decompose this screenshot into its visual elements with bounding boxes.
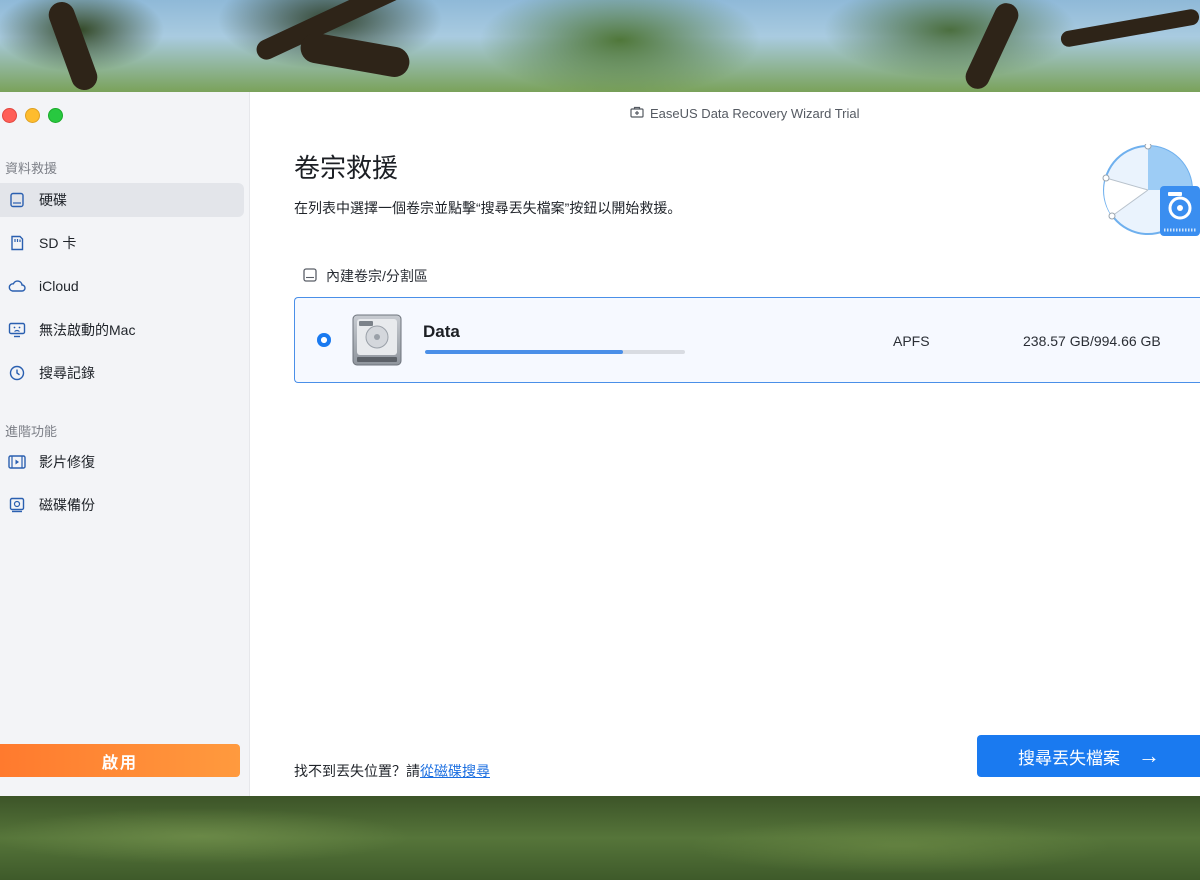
- window-title-text: EaseUS Data Recovery Wizard Trial: [650, 106, 860, 121]
- internal-drive-icon: [302, 267, 318, 285]
- window-title: EaseUS Data Recovery Wizard Trial: [630, 106, 860, 121]
- scan-lost-files-button[interactable]: 搜尋丟失檔案 →: [977, 735, 1200, 777]
- hard-disk-icon: [351, 313, 403, 367]
- unbootable-mac-icon: [8, 321, 26, 339]
- volume-row-data[interactable]: Data APFS 238.57 GB/994.66 GB: [294, 297, 1200, 383]
- drive-icon: [8, 191, 26, 209]
- sidebar: 資料救援 硬碟 SD 卡 iCloud 無法啟動的Mac 搜尋記錄 進階功能 影…: [0, 92, 250, 796]
- sidebar-item-label: 搜尋記錄: [39, 365, 95, 381]
- section-label-recovery: 資料救援: [5, 161, 58, 176]
- footer-hint: 找不到丟失位置？請從磁碟搜尋: [294, 761, 490, 781]
- section-label-advanced: 進階功能: [5, 424, 58, 439]
- volume-filesystem: APFS: [893, 333, 930, 349]
- close-window-button[interactable]: [2, 108, 17, 123]
- hero-drive-illustration-icon: [1102, 142, 1200, 244]
- search-from-disk-link[interactable]: 從磁碟搜尋: [420, 763, 490, 779]
- volume-radio-selected[interactable]: [317, 333, 331, 347]
- sd-card-icon: [8, 234, 26, 252]
- scan-button-label: 搜尋丟失檔案: [1018, 748, 1120, 768]
- sidebar-item-icloud[interactable]: iCloud: [0, 269, 244, 303]
- sidebar-item-label: SD 卡: [39, 235, 77, 251]
- sidebar-item-disk-backup[interactable]: 磁碟備份: [0, 488, 244, 522]
- volume-usage-fill: [425, 350, 623, 354]
- footer-hint-prefix: 找不到丟失位置？請: [294, 763, 420, 779]
- window-controls: [2, 108, 63, 123]
- desktop-wallpaper-top: [0, 0, 1200, 94]
- main-content: EaseUS Data Recovery Wizard Trial 卷宗救援 在…: [250, 92, 1200, 796]
- sidebar-item-label: 硬碟: [39, 192, 67, 208]
- sidebar-item-search-history[interactable]: 搜尋記錄: [0, 356, 244, 390]
- app-window: 資料救援 硬碟 SD 卡 iCloud 無法啟動的Mac 搜尋記錄 進階功能 影…: [0, 92, 1200, 796]
- history-clock-icon: [8, 364, 26, 382]
- sidebar-item-label: 影片修復: [39, 454, 95, 470]
- page-title: 卷宗救援: [294, 153, 399, 183]
- sidebar-item-unbootable-mac[interactable]: 無法啟動的Mac: [0, 313, 244, 347]
- zoom-window-button[interactable]: [48, 108, 63, 123]
- sidebar-item-label: 無法啟動的Mac: [39, 322, 136, 338]
- volume-group-header: 內建卷宗/分割區: [302, 266, 428, 286]
- disk-backup-icon: [8, 496, 26, 514]
- minimize-window-button[interactable]: [25, 108, 40, 123]
- video-repair-icon: [8, 453, 26, 471]
- arrow-right-icon: →: [1138, 743, 1160, 768]
- sidebar-item-label: 磁碟備份: [39, 497, 95, 513]
- page-subtitle: 在列表中選擇一個卷宗並點擊“搜尋丟失檔案”按鈕以開始救援。: [294, 200, 682, 216]
- volume-capacity: 238.57 GB/994.66 GB: [1023, 333, 1161, 349]
- sidebar-item-video-repair[interactable]: 影片修復: [0, 445, 244, 479]
- app-logo-icon: [630, 106, 644, 121]
- volume-group-label: 內建卷宗/分割區: [326, 268, 428, 284]
- sidebar-item-hard-drive[interactable]: 硬碟: [0, 183, 244, 217]
- activate-button[interactable]: 啟用: [0, 744, 240, 777]
- desktop-wallpaper-bottom: [0, 796, 1200, 880]
- volume-name: Data: [423, 322, 460, 341]
- cloud-icon: [8, 277, 26, 295]
- sidebar-item-sd-card[interactable]: SD 卡: [0, 226, 244, 260]
- sidebar-item-label: iCloud: [39, 278, 79, 294]
- volume-usage-bar: [425, 350, 685, 354]
